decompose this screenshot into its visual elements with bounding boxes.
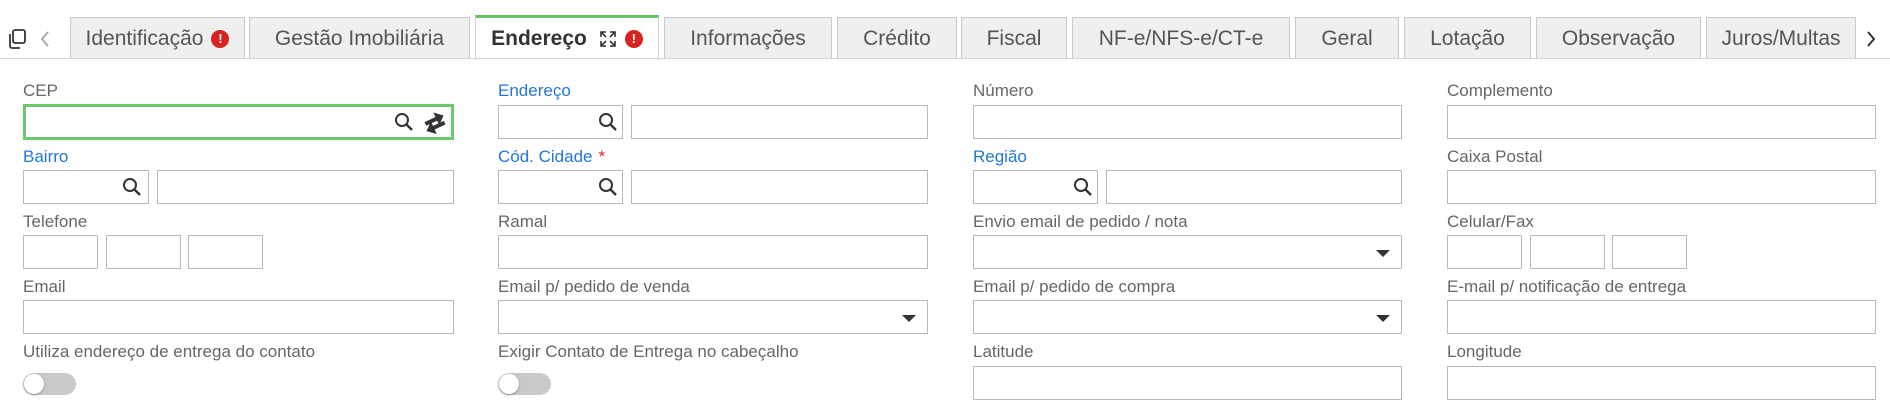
- envio-email-label: Envio email de pedido / nota: [973, 212, 1188, 231]
- error-icon: !: [211, 29, 230, 48]
- bairro-label[interactable]: Bairro: [23, 147, 68, 167]
- latitude-input[interactable]: [973, 366, 1402, 400]
- exigir-contato-entrega-toggle[interactable]: [498, 373, 551, 395]
- caixa-postal-label: Caixa Postal: [1447, 147, 1543, 166]
- endereco-label[interactable]: Endereço: [498, 81, 571, 101]
- tab-label: Endereço: [491, 27, 587, 50]
- search-icon[interactable]: [394, 112, 414, 132]
- celular-numero-input[interactable]: [1612, 235, 1687, 269]
- tab-label: Gestão Imobiliária: [274, 26, 445, 50]
- latitude-label: Latitude: [973, 342, 1034, 361]
- tab-lotacao[interactable]: Lotação: [1404, 17, 1531, 59]
- caixa-postal-input[interactable]: [1447, 170, 1876, 204]
- tab-informacoes[interactable]: Informações: [664, 17, 832, 59]
- telefone-label: Telefone: [23, 212, 88, 231]
- chevron-left-icon[interactable]: [38, 28, 52, 50]
- cep-input[interactable]: [23, 104, 454, 140]
- search-icon[interactable]: [598, 177, 618, 197]
- tab-label: Observação: [1561, 26, 1676, 50]
- exigir-contato-entrega-label: Exigir Contato de Entrega no cabeçalho: [498, 342, 799, 361]
- ramal-input[interactable]: [498, 235, 928, 269]
- endereco-description-input[interactable]: [631, 105, 928, 139]
- tab-label: Crédito: [863, 26, 931, 50]
- error-icon: !: [624, 30, 643, 48]
- bairro-description-input[interactable]: [157, 170, 454, 204]
- chevron-down-icon[interactable]: [1376, 250, 1390, 257]
- celular-fax-label: Celular/Fax: [1447, 212, 1534, 231]
- tab-bar-divider: [0, 58, 1890, 59]
- search-icon[interactable]: [122, 177, 142, 197]
- tab-nfe[interactable]: NF-e/NFS-e/CT-e: [1072, 17, 1290, 59]
- tab-fiscal[interactable]: Fiscal: [961, 17, 1067, 59]
- telefone-ddi-input[interactable]: [23, 235, 98, 269]
- cod-cidade-label[interactable]: Cód. Cidade *: [498, 147, 605, 167]
- tab-label: Geral: [1321, 26, 1373, 50]
- expand-icon[interactable]: [599, 30, 617, 48]
- email-pedido-venda-select[interactable]: [498, 300, 928, 334]
- toggle-knob: [24, 374, 44, 394]
- chevron-down-icon[interactable]: [1376, 315, 1390, 322]
- tab-bar: Identificação ! Gestão Imobiliária Ender…: [0, 0, 1890, 60]
- tab-geral[interactable]: Geral: [1295, 17, 1399, 59]
- email-notificacao-entrega-label: E-mail p/ notificação de entrega: [1447, 277, 1687, 296]
- regiao-label[interactable]: Região: [973, 147, 1027, 167]
- telefone-ddd-input[interactable]: [106, 235, 181, 269]
- tab-label: Lotação: [1430, 26, 1505, 50]
- longitude-input[interactable]: [1447, 366, 1876, 400]
- email-pedido-venda-label: Email p/ pedido de venda: [498, 277, 690, 296]
- tab-label: Fiscal: [986, 26, 1042, 50]
- required-mark: *: [598, 147, 606, 166]
- utiliza-endereco-entrega-toggle[interactable]: [23, 373, 76, 395]
- tab-label: Informações: [690, 26, 806, 50]
- complemento-label: Complemento: [1447, 81, 1553, 100]
- tab-label: Identificação: [85, 26, 204, 50]
- chevron-down-icon[interactable]: [902, 315, 916, 322]
- search-icon[interactable]: [598, 112, 618, 132]
- email-label: Email: [23, 277, 66, 296]
- numero-label: Número: [973, 81, 1034, 100]
- tab-identificacao[interactable]: Identificação !: [70, 17, 245, 59]
- tab-gestao-imobiliaria[interactable]: Gestão Imobiliária: [249, 17, 470, 59]
- celular-ddd-input[interactable]: [1530, 235, 1605, 269]
- tab-endereco[interactable]: Endereço !: [475, 15, 659, 60]
- tab-label: NF-e/NFS-e/CT-e: [1098, 26, 1264, 50]
- swap-icon[interactable]: [421, 108, 447, 134]
- celular-ddi-input[interactable]: [1447, 235, 1522, 269]
- chevron-right-icon[interactable]: [1864, 28, 1878, 50]
- tab-credito[interactable]: Crédito: [837, 17, 957, 59]
- regiao-description-input[interactable]: [1106, 170, 1402, 204]
- utiliza-endereco-entrega-label: Utiliza endereço de entrega do contato: [23, 342, 316, 361]
- telefone-numero-input[interactable]: [188, 235, 263, 269]
- email-notificacao-entrega-input[interactable]: [1447, 300, 1876, 334]
- email-pedido-compra-label: Email p/ pedido de compra: [973, 277, 1176, 296]
- tab-observacao[interactable]: Observação: [1536, 17, 1701, 59]
- complemento-input[interactable]: [1447, 105, 1876, 139]
- toggle-knob: [499, 374, 519, 394]
- envio-email-select[interactable]: [973, 235, 1402, 269]
- cep-label: CEP: [23, 81, 58, 100]
- search-icon[interactable]: [1073, 177, 1093, 197]
- longitude-label: Longitude: [1447, 342, 1522, 361]
- email-input[interactable]: [23, 300, 454, 334]
- ramal-label: Ramal: [498, 212, 548, 231]
- numero-input[interactable]: [973, 105, 1402, 139]
- cod-cidade-label-text: Cód. Cidade: [498, 147, 593, 166]
- tab-label: Juros/Multas: [1721, 26, 1841, 50]
- email-pedido-compra-select[interactable]: [973, 300, 1402, 334]
- cod-cidade-description-input[interactable]: [631, 170, 928, 204]
- copy-icon[interactable]: [7, 28, 27, 50]
- tab-juros-multas[interactable]: Juros/Multas: [1706, 17, 1856, 59]
